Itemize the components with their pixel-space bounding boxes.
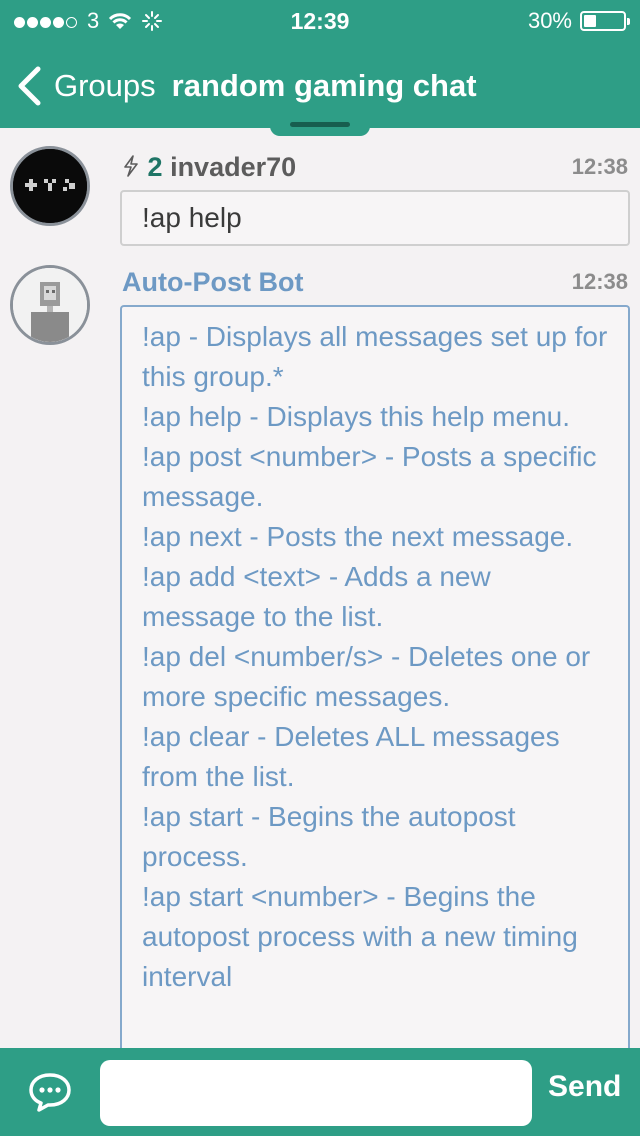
help-line: !ap add <text> - Adds a new message to t… xyxy=(142,561,491,632)
pull-down-handle[interactable] xyxy=(270,116,370,136)
back-label: Groups xyxy=(54,68,156,103)
author-name[interactable]: invader70 xyxy=(170,152,296,182)
top-bar: 3 12:39 30% Groups random gaming chat xyxy=(0,0,640,128)
message-header: 2 invader70 12:38 xyxy=(122,152,628,186)
navigation-bar: Groups random gaming chat xyxy=(0,56,640,116)
bot-avatar[interactable] xyxy=(10,265,90,345)
page-title: random gaming chat xyxy=(171,68,477,103)
space-invaders-avatar[interactable] xyxy=(10,146,90,226)
status-bar: 3 12:39 30% xyxy=(0,0,640,42)
author-line: 2 invader70 xyxy=(122,152,296,183)
chevron-left-icon xyxy=(18,66,41,106)
help-line: !ap del <number/s> - Deletes one or more… xyxy=(142,641,591,712)
chat-bubble-icon[interactable] xyxy=(28,1072,72,1112)
karma-count: 2 xyxy=(147,152,163,182)
help-line: !ap start <number> - Begins the autopost… xyxy=(142,881,578,992)
help-line: !ap next - Posts the next message. xyxy=(142,521,574,552)
help-line: !ap - Displays all messages set up for t… xyxy=(142,321,608,392)
pixel-person-icon xyxy=(13,268,87,342)
message-bubble[interactable]: !ap - Displays all messages set up for t… xyxy=(120,305,630,1065)
lightning-icon xyxy=(124,155,138,177)
help-line: !ap post <number> - Posts a specific mes… xyxy=(142,441,597,512)
send-button[interactable]: Send xyxy=(548,1070,621,1104)
message-time: 12:38 xyxy=(571,269,628,294)
message-header: Auto-Post Bot 12:38 xyxy=(122,267,628,301)
back-button[interactable]: Groups xyxy=(16,66,156,106)
battery-icon xyxy=(580,11,630,31)
help-line: !ap help - Displays this help menu. xyxy=(142,401,570,432)
help-line: !ap clear - Deletes ALL messages from th… xyxy=(142,721,560,792)
battery-percent: 30% xyxy=(527,8,572,33)
composer-bar: Send xyxy=(0,1048,640,1136)
message-time: 12:38 xyxy=(571,154,628,179)
message-text: !ap help xyxy=(142,202,242,233)
space-invaders-icon xyxy=(13,149,87,223)
message-input[interactable] xyxy=(100,1060,532,1126)
message-bubble[interactable]: !ap help xyxy=(120,190,630,246)
author-name[interactable]: Auto-Post Bot xyxy=(122,267,303,298)
help-line: !ap start - Begins the autopost process. xyxy=(142,801,516,872)
